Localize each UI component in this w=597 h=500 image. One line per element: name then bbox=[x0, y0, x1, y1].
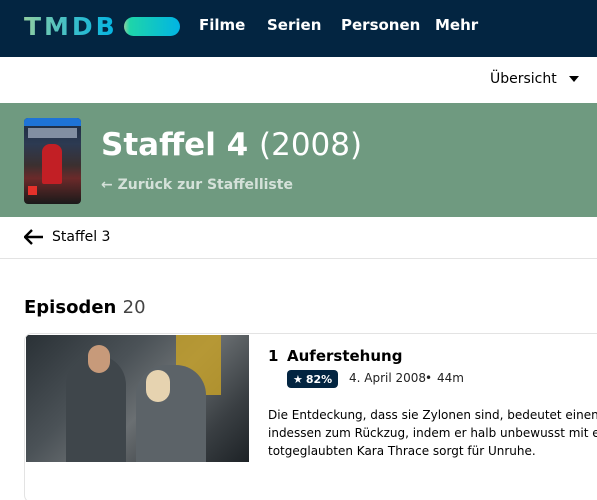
poster-title-art bbox=[28, 128, 77, 138]
overview-label: Übersicht bbox=[490, 71, 557, 87]
overview-line: totgeglaubten Kara Thrace sorgt für Unru… bbox=[268, 444, 536, 458]
episodes-heading-label: Episoden bbox=[24, 297, 117, 318]
episode-air-date: 4. April 2008 bbox=[349, 371, 427, 385]
tmdb-logo[interactable]: TMDB bbox=[24, 11, 180, 41]
nav-people[interactable]: Personen bbox=[341, 16, 420, 34]
sub-menu: Übersicht bbox=[0, 57, 597, 103]
divider bbox=[0, 258, 597, 259]
previous-season-label: Staffel 3 bbox=[52, 229, 111, 245]
episode-overview: Die Entdeckung, dass sie Zylonen sind, b… bbox=[268, 406, 597, 460]
caret-down-icon bbox=[568, 76, 579, 82]
overview-dropdown[interactable]: Übersicht bbox=[490, 71, 579, 87]
nav-movies[interactable]: Filme bbox=[199, 16, 245, 34]
episodes-count: 20 bbox=[122, 297, 146, 318]
episode-still-image[interactable] bbox=[26, 335, 249, 462]
season-poster[interactable] bbox=[24, 118, 81, 204]
poster-bluray-strip bbox=[24, 118, 81, 126]
poster-age-badge bbox=[28, 186, 37, 195]
logo-text: TMDB bbox=[24, 11, 118, 41]
nav-more[interactable]: Mehr bbox=[435, 16, 478, 34]
poster-figure bbox=[42, 144, 62, 184]
back-to-season-list-link[interactable]: ← Zurück zur Staffelliste bbox=[101, 177, 293, 193]
star-icon: ★ bbox=[293, 372, 303, 386]
arrow-left-icon bbox=[24, 229, 43, 245]
previous-season-link[interactable]: Staffel 3 bbox=[24, 229, 110, 245]
episode-card[interactable]: 1 Auferstehung ★ 82% 4. April 2008 • 44m… bbox=[24, 333, 597, 500]
still-face-right bbox=[146, 370, 170, 402]
top-navigation: TMDB Filme Serien Personen Mehr bbox=[0, 0, 597, 57]
episode-title[interactable]: Auferstehung bbox=[287, 347, 402, 365]
season-title: Staffel 4 (2008) bbox=[101, 127, 362, 163]
episode-number: 1 bbox=[268, 347, 279, 365]
rating-badge: ★ 82% bbox=[287, 370, 339, 388]
nav-tv-shows[interactable]: Serien bbox=[267, 16, 321, 34]
season-year: (2008) bbox=[259, 127, 363, 163]
overview-line: indessen zum Rückzug, indem er halb unbe… bbox=[268, 426, 597, 440]
overview-line: Die Entdeckung, dass sie Zylonen sind, b… bbox=[268, 408, 597, 422]
logo-pill-icon bbox=[123, 16, 180, 36]
still-face-left bbox=[88, 345, 110, 373]
rating-value: 82% bbox=[305, 372, 333, 386]
episode-runtime: 44m bbox=[437, 371, 464, 385]
episodes-heading: Episoden 20 bbox=[24, 297, 146, 318]
season-name: Staffel 4 bbox=[101, 127, 249, 163]
separator-dot: • bbox=[425, 371, 433, 385]
